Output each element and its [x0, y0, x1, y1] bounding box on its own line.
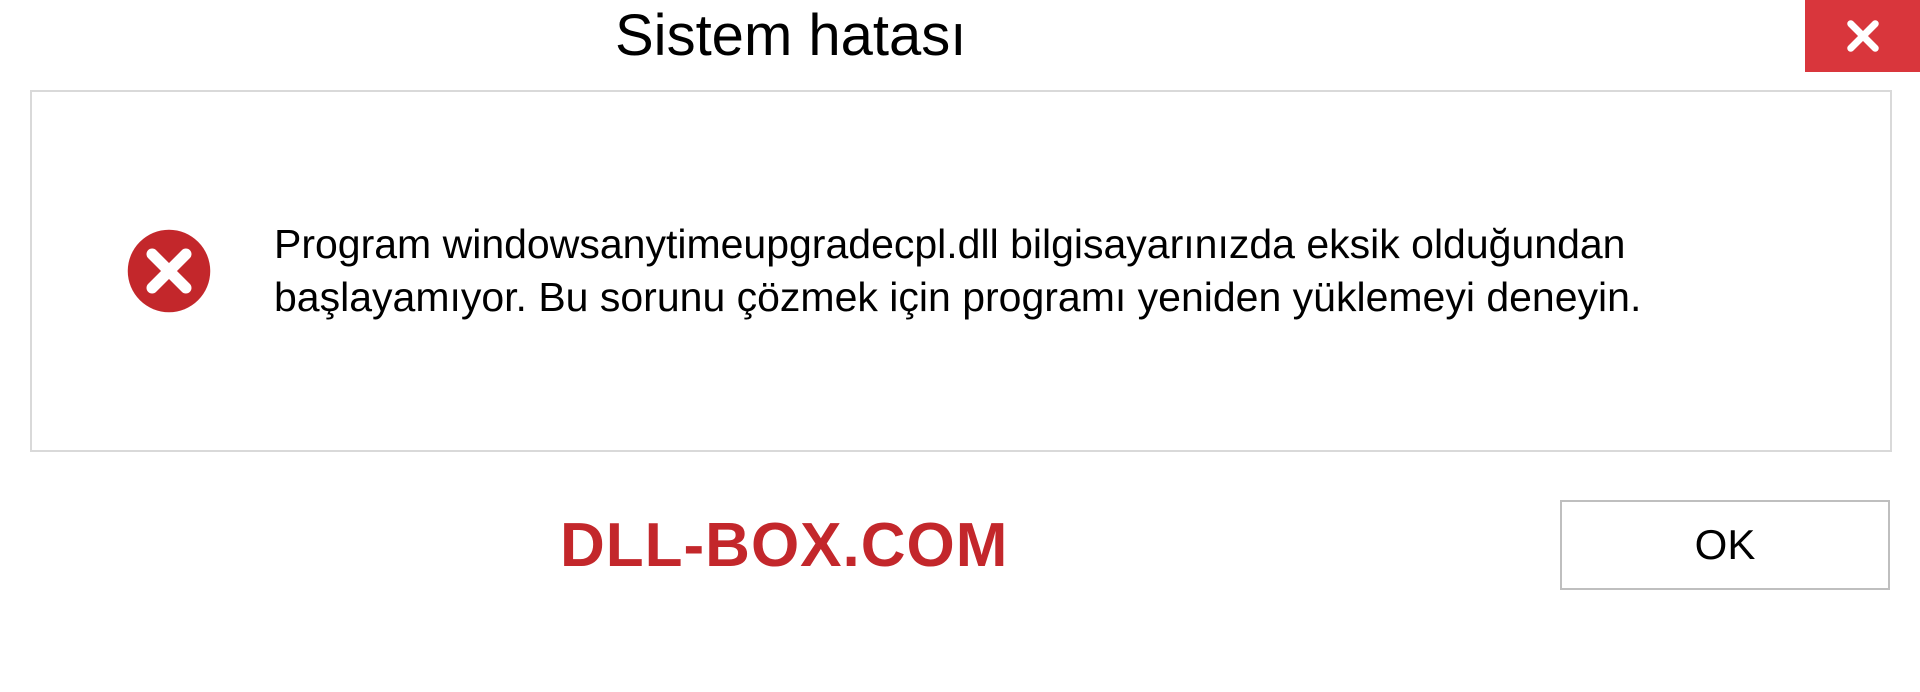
error-icon — [124, 226, 214, 316]
close-icon — [1842, 15, 1884, 57]
close-button[interactable] — [1805, 0, 1920, 72]
error-message: Program windowsanytimeupgradecpl.dll bil… — [274, 218, 1774, 325]
dialog-footer: DLL-BOX.COM OK — [0, 500, 1920, 590]
ok-button[interactable]: OK — [1560, 500, 1890, 590]
dialog-title: Sistem hatası — [615, 2, 966, 69]
watermark-text: DLL-BOX.COM — [560, 510, 1008, 581]
title-bar: Sistem hatası — [0, 0, 1920, 90]
dialog-content-panel: Program windowsanytimeupgradecpl.dll bil… — [30, 90, 1892, 452]
ok-button-label: OK — [1695, 521, 1756, 569]
